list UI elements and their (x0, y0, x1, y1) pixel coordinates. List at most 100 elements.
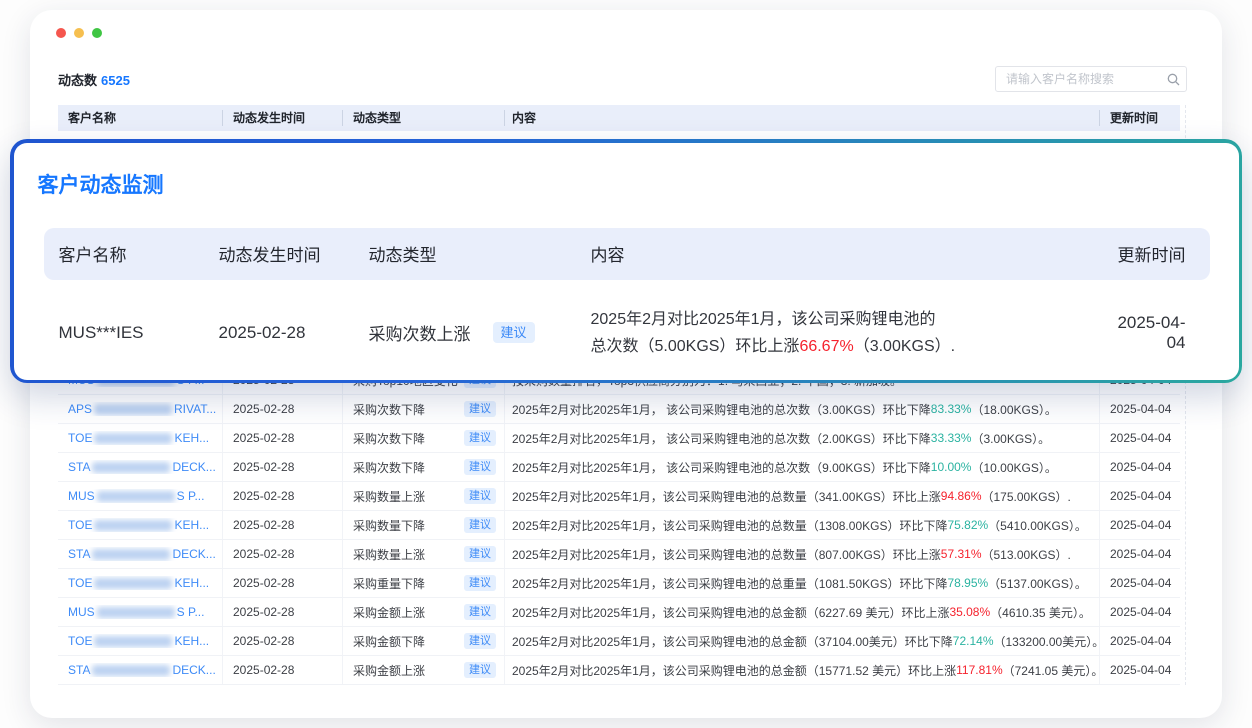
name-redacted-blur (92, 549, 170, 560)
event-date: 2025-02-28 (223, 395, 343, 423)
name-redacted-blur (94, 578, 172, 589)
event-date: 2025-02-28 (223, 511, 343, 539)
percent-value: 33.33% (931, 431, 972, 445)
event-type: 采购金额上涨 (353, 604, 425, 621)
customer-name-link[interactable]: TOEKEH... (68, 431, 209, 445)
column-header-3: 内容 (505, 110, 1100, 126)
content-text: 2025年2月对比2025年1月， 该公司采购锂电池的总次数（9.00KGS）环… (512, 459, 931, 476)
update-date: 2025-04-04 (1100, 395, 1180, 423)
name-suffix: S P... (177, 489, 205, 503)
zoom-window-button[interactable] (92, 28, 102, 38)
content-text: （5137.00KGS）。 (988, 575, 1087, 592)
customer-dynamics-popup: 客户动态监测 客户名称动态发生时间动态类型内容更新时间 MUS***IES 20… (10, 139, 1242, 383)
name-prefix: STA (68, 460, 90, 474)
event-type-cell: 采购重量下降 建议 (343, 569, 505, 597)
name-suffix: DECK... (172, 460, 215, 474)
event-type: 采购数量上涨 (353, 488, 425, 505)
event-content: 2025年2月对比2025年1月，该公司采购锂电池的总金额（15771.52 美… (505, 656, 1100, 684)
customer-name-link[interactable]: APSRIVAT... (68, 402, 216, 416)
update-date: 2025-04-04 (1100, 511, 1180, 539)
content-text: （7241.05 美元）。 (1003, 662, 1100, 679)
event-type: 采购重量下降 (353, 575, 425, 592)
table-row: TOEKEH... 2025-02-28采购次数下降建议2025年2月对比2025… (58, 424, 1180, 453)
customer-name-link[interactable]: TOEKEH... (68, 634, 209, 648)
suggestion-badge[interactable]: 建议 (464, 575, 496, 591)
popup-title: 客户动态监测 (38, 169, 164, 199)
event-type-cell: 采购数量上涨 建议 (343, 482, 505, 510)
event-date: 2025-02-28 (223, 569, 343, 597)
customer-name-link[interactable]: MUSS P... (68, 489, 204, 503)
content-text: 2025年2月对比2025年1月，该公司采购锂电池的总重量（1081.50KGS… (512, 575, 947, 592)
column-header-4: 更新时间 (1100, 110, 1180, 126)
percent-value: 94.86% (941, 489, 982, 503)
customer-name-link[interactable]: STADECK... (68, 547, 216, 561)
close-window-button[interactable] (56, 28, 66, 38)
customer-name-cell: TOEKEH... (58, 627, 223, 655)
content-text: （3.00KGS）。 (971, 430, 1050, 447)
suggestion-badge[interactable]: 建议 (493, 322, 535, 343)
suggestion-badge[interactable]: 建议 (464, 604, 496, 620)
table-row: TOEKEH...2025-02-28采购数量下降建议2025年2月对比2025… (58, 511, 1180, 540)
event-date: 2025-02-28 (223, 453, 343, 481)
popup-column-header-3: 内容 (591, 241, 1111, 266)
event-type: 采购次数上涨 (369, 320, 471, 345)
customer-name-link[interactable]: MUS***IES (59, 323, 219, 343)
suggestion-badge[interactable]: 建议 (464, 459, 496, 475)
customer-name-cell: STADECK... (58, 540, 223, 568)
event-date: 2025-02-28 (223, 424, 343, 452)
name-redacted-blur (94, 636, 172, 647)
minimize-window-button[interactable] (74, 28, 84, 38)
content-text: （4610.35 美元）。 (990, 604, 1091, 621)
percent-value: 72.14% (953, 634, 994, 648)
customer-name-link[interactable]: STA DECK... (68, 460, 216, 474)
percent-value: 57.31% (941, 547, 982, 561)
name-redacted-blur (94, 433, 172, 444)
event-type: 采购次数下降 (353, 459, 425, 476)
suggestion-badge[interactable]: 建议 (464, 546, 496, 562)
name-redacted-blur (92, 462, 170, 473)
event-content: 2025年2月对比2025年1月，该公司采购锂电池的总数量（341.00KGS）… (505, 482, 1100, 510)
update-date: 2025-04-04 (1100, 598, 1180, 626)
event-content: 2025年2月对比2025年1月， 该公司采购锂电池的总次数（2.00KGS）环… (505, 424, 1100, 452)
event-date: 2025-02-28 (223, 656, 343, 684)
dynamics-count: 动态数6525 (58, 70, 130, 89)
content-text: 总次数（5.00KGS）环比上涨 (591, 338, 800, 355)
event-type: 采购金额上涨 (353, 662, 425, 679)
customer-name-cell: APSRIVAT... (58, 395, 223, 423)
update-date: 2025-04-04 (1100, 627, 1180, 655)
customer-name-cell: TOEKEH... (58, 424, 223, 452)
customer-name-link[interactable]: TOEKEH... (68, 576, 209, 590)
customer-name-link[interactable]: TOEKEH... (68, 518, 209, 532)
customer-name-cell: STA DECK... (58, 453, 223, 481)
event-date: 2025-02-28 (223, 482, 343, 510)
event-type-cell: 采购数量下降 建议 (343, 511, 505, 539)
suggestion-badge[interactable]: 建议 (464, 430, 496, 446)
content-text: 2025年2月对比2025年1月，该公司采购锂电池的总金额（6227.69 美元… (512, 604, 949, 621)
update-date: 2025-04-04 (1100, 656, 1180, 684)
event-date: 2025-02-28 (219, 323, 369, 343)
event-type: 采购数量上涨 (353, 546, 425, 563)
name-suffix: RIVAT... (174, 402, 216, 416)
suggestion-badge[interactable]: 建议 (464, 401, 496, 417)
event-content: 2025年2月对比2025年1月，该公司采购锂电池的总数量（807.00KGS）… (505, 540, 1100, 568)
event-type: 采购数量下降 (353, 517, 425, 534)
customer-name-link[interactable]: MUSS P... (68, 605, 204, 619)
event-type-cell: 采购次数下降建议 (343, 424, 505, 452)
customer-search[interactable] (995, 66, 1187, 92)
suggestion-badge[interactable]: 建议 (464, 517, 496, 533)
event-content: 2025年2月对比2025年1月，该公司采购锂电池的总金额（6227.69 美元… (505, 598, 1100, 626)
search-input[interactable] (996, 72, 1167, 86)
name-redacted-blur (97, 491, 175, 502)
suggestion-badge[interactable]: 建议 (464, 633, 496, 649)
table-row: MUSS P... 2025-02-28 采购数量上涨 建议 2025年2月对比2025… (58, 482, 1180, 511)
suggestion-badge[interactable]: 建议 (464, 662, 496, 678)
suggestion-badge[interactable]: 建议 (464, 488, 496, 504)
customer-name-link[interactable]: STADECK... (68, 663, 216, 677)
content-text: 2025年2月对比2025年1月，该公司采购锂电池的总金额（15771.52 美… (512, 662, 956, 679)
content-text: （133200.00美元）。 (994, 633, 1101, 650)
percent-value: 75.82% (947, 518, 988, 532)
percent-value: 10.00% (931, 460, 972, 474)
window-controls (56, 28, 102, 38)
search-icon[interactable] (1167, 73, 1180, 86)
event-type-cell: 采购次数下降 建议 (343, 453, 505, 481)
